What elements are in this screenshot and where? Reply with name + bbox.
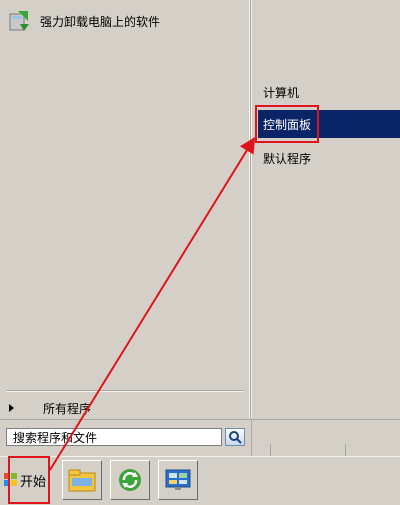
divider (6, 390, 244, 391)
right-link-label: 计算机 (263, 85, 300, 100)
search-button[interactable] (225, 428, 245, 446)
annotation-box-control-panel (255, 105, 319, 143)
all-programs-button[interactable]: 所有程序 (6, 398, 244, 418)
control-panel-icon (165, 469, 191, 490)
divider (251, 420, 252, 456)
taskbar-explorer-button[interactable] (62, 460, 102, 500)
divider (345, 444, 346, 456)
program-list-panel (0, 0, 251, 418)
taskbar-refresh-button[interactable] (110, 460, 150, 500)
program-item-label: 强力卸载电脑上的软件 (40, 14, 161, 29)
right-links-panel (251, 0, 400, 418)
arrow-right-icon (9, 404, 14, 412)
refresh-sync-icon (119, 469, 141, 491)
taskbar-control-panel-button[interactable] (158, 460, 198, 500)
uninstall-program-icon (4, 6, 34, 36)
all-programs-label: 所有程序 (43, 401, 92, 416)
search-icon (229, 431, 242, 444)
program-item-uninstall[interactable]: 强力卸载电脑上的软件 (4, 6, 242, 36)
right-link-computer[interactable]: 计算机 (258, 78, 400, 106)
search-placeholder: 搜索程序和文件 (13, 430, 98, 445)
annotation-box-start (8, 456, 50, 504)
explorer-icon (68, 469, 96, 492)
taskbar (0, 456, 400, 505)
right-link-default-programs[interactable]: 默认程序 (258, 144, 400, 172)
divider (270, 444, 271, 456)
right-link-label: 默认程序 (263, 151, 312, 166)
search-input[interactable]: 搜索程序和文件 (6, 428, 222, 446)
